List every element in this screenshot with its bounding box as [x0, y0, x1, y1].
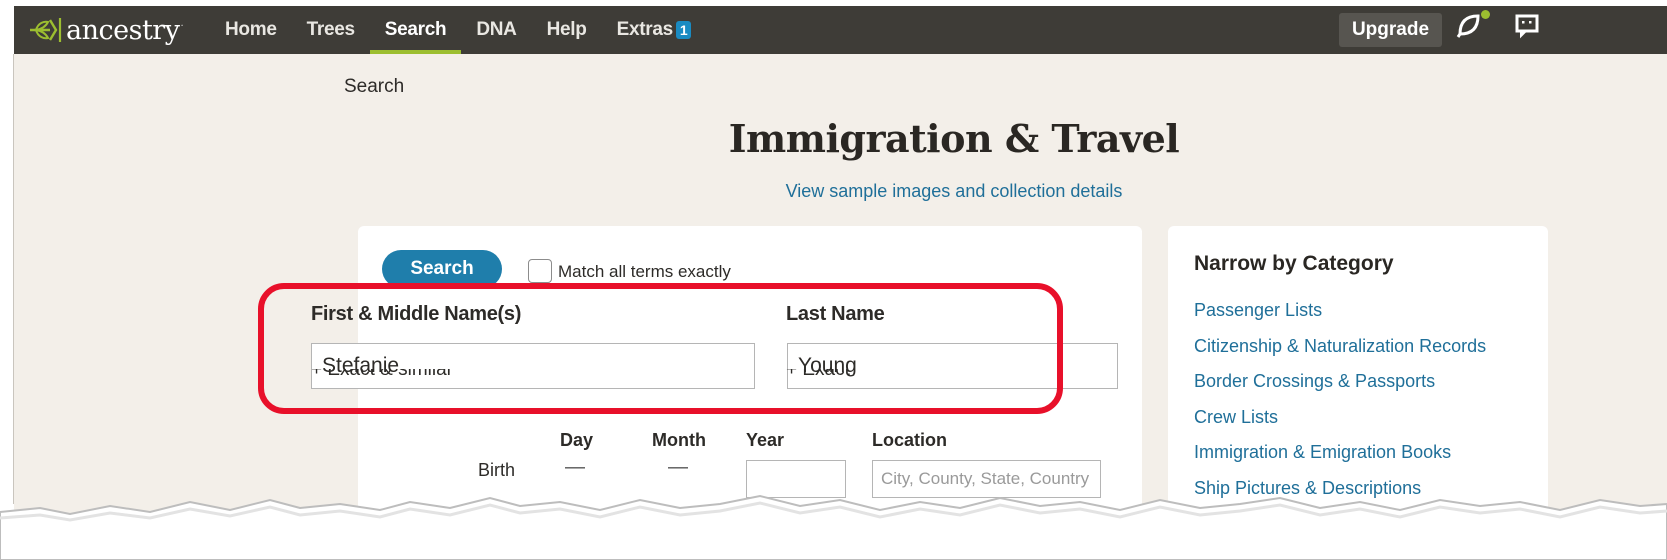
last-name-exact-option[interactable]: + Exact [786, 369, 850, 379]
main-nav-links: Home Trees Search DNA Help Extras 1 [210, 6, 706, 54]
year-column-header: Year [746, 430, 785, 450]
nav-dna[interactable]: DNA [461, 6, 531, 54]
last-name-exact-label: + Exact [786, 369, 850, 379]
category-passenger-lists[interactable]: Passenger Lists [1194, 300, 1486, 336]
extras-count-badge: 1 [675, 21, 692, 39]
last-name-label: Last Name [786, 303, 885, 325]
category-crew-lists[interactable]: Crew Lists [1194, 407, 1486, 443]
messages-icon[interactable] [1512, 10, 1542, 40]
brand-wordmark: ancestry [66, 15, 183, 46]
leaf-logo-icon [30, 18, 62, 42]
month-column-header: Month [652, 430, 706, 450]
hint-leaf-icon[interactable] [1454, 10, 1484, 40]
upgrade-button[interactable]: Upgrade [1339, 13, 1442, 47]
notification-dot [1481, 10, 1490, 19]
top-navigation-bar: ancestry Home Trees Search DNA Help Extr… [14, 6, 1667, 54]
ancestry-logo[interactable]: ancestry [28, 14, 183, 46]
nav-extras-label: Extras [616, 19, 674, 40]
birth-month-select[interactable]: — [668, 456, 688, 479]
category-citizenship[interactable]: Citizenship & Naturalization Records [1194, 336, 1486, 372]
match-exact-checkbox[interactable] [528, 259, 552, 283]
nav-search[interactable]: Search [369, 6, 462, 54]
nav-extras[interactable]: Extras 1 [602, 6, 707, 54]
match-exact-label: Match all terms exactly [558, 262, 731, 281]
search-button[interactable]: Search [382, 250, 502, 288]
nav-help[interactable]: Help [532, 6, 602, 54]
birth-day-select[interactable]: — [565, 456, 585, 479]
page-content: Search Immigration & Travel View sample … [14, 54, 1667, 560]
location-column-header: Location [872, 430, 947, 450]
category-immigration-books[interactable]: Immigration & Emigration Books [1194, 442, 1486, 478]
nav-home[interactable]: Home [210, 6, 292, 54]
sample-images-link[interactable]: View sample images and collection detail… [614, 181, 1294, 202]
narrow-category-title: Narrow by Category [1194, 252, 1394, 275]
screenshot-frame: ancestry Home Trees Search DNA Help Extr… [0, 0, 1667, 560]
category-border-crossings[interactable]: Border Crossings & Passports [1194, 371, 1486, 407]
last-name-input[interactable] [787, 343, 1118, 389]
day-column-header: Day [560, 430, 594, 450]
category-list: Passenger Lists Citizenship & Naturaliza… [1194, 300, 1486, 513]
nav-trees[interactable]: Trees [292, 6, 370, 54]
first-name-exact-option[interactable]: + Exact & similar [311, 369, 453, 379]
torn-edge [0, 494, 1667, 560]
page-title: Immigration & Travel [728, 116, 1180, 161]
breadcrumb[interactable]: Search [344, 76, 404, 98]
first-name-exact-label: + Exact & similar [311, 369, 453, 379]
first-name-input[interactable] [311, 343, 755, 389]
first-name-label: First & Middle Name(s) [311, 303, 522, 325]
birth-label: Birth [478, 460, 516, 480]
